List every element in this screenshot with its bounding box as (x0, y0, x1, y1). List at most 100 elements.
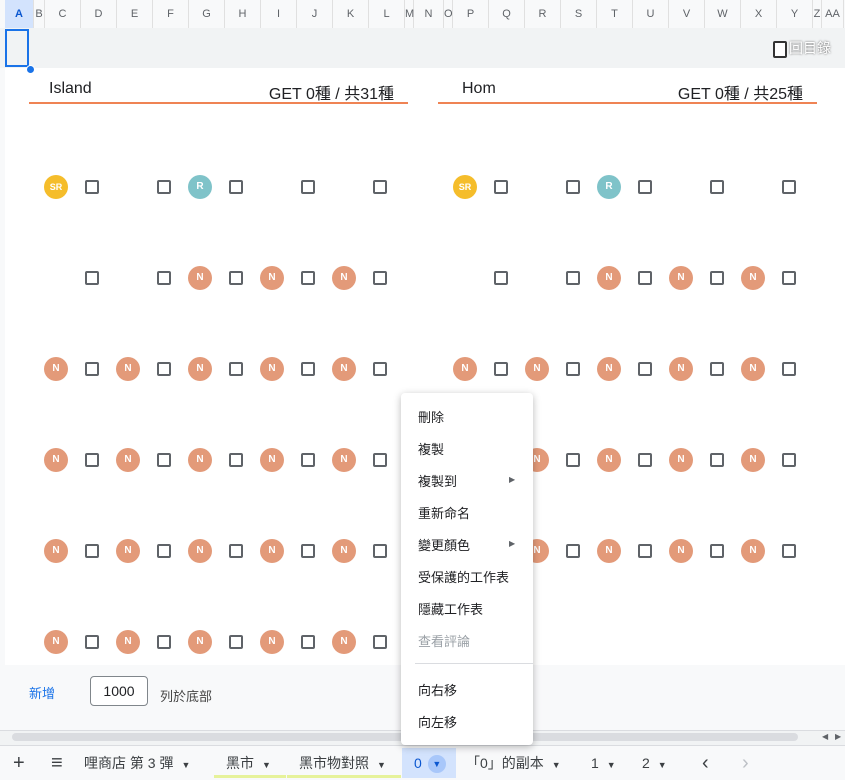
menu-item-copy-to[interactable]: 複製到 (418, 471, 457, 490)
chevron-down-icon[interactable]: ▼ (427, 755, 446, 774)
menu-item-move-right[interactable]: 向右移 (418, 680, 457, 699)
collected-checkbox[interactable] (710, 544, 724, 558)
collected-checkbox[interactable] (301, 635, 315, 649)
column-header-d[interactable]: D (81, 0, 117, 28)
collected-checkbox[interactable] (373, 271, 387, 285)
collected-checkbox[interactable] (782, 180, 796, 194)
column-header-aa[interactable]: AA (822, 0, 844, 28)
column-header-z[interactable]: Z (813, 0, 822, 28)
tab-sheet-0[interactable]: 0 ▼ (402, 748, 456, 778)
collected-checkbox[interactable] (782, 544, 796, 558)
rows-count-input[interactable]: 1000 (90, 676, 148, 706)
column-header-a[interactable]: A (5, 0, 34, 28)
tab-black-market-compare[interactable]: 黑市物對照 ▼ (287, 748, 401, 778)
next-sheet-icon[interactable]: › (742, 748, 749, 778)
column-header-q[interactable]: Q (489, 0, 525, 28)
menu-item-protect-sheet[interactable]: 受保護的工作表 (418, 567, 509, 586)
collected-checkbox[interactable] (710, 362, 724, 376)
collected-checkbox[interactable] (229, 453, 243, 467)
column-header-p[interactable]: P (453, 0, 489, 28)
tab-sheet-store[interactable]: 哩商店 第 3 彈 ▼ (84, 748, 210, 778)
tab-sheet-2[interactable]: 2 ▼ (642, 748, 682, 778)
column-header-g[interactable]: G (189, 0, 225, 28)
collected-checkbox[interactable] (301, 180, 315, 194)
column-header-l[interactable]: L (369, 0, 405, 28)
menu-item-move-left[interactable]: 向左移 (418, 712, 457, 731)
column-header-e[interactable]: E (117, 0, 153, 28)
collected-checkbox[interactable] (373, 362, 387, 376)
collected-checkbox[interactable] (638, 271, 652, 285)
collected-checkbox[interactable] (85, 453, 99, 467)
collected-checkbox[interactable] (373, 453, 387, 467)
collected-checkbox[interactable] (301, 544, 315, 558)
add-sheet-icon[interactable]: + (13, 748, 25, 778)
collected-checkbox[interactable] (710, 180, 724, 194)
column-header-t[interactable]: T (597, 0, 633, 28)
column-header-k[interactable]: K (333, 0, 369, 28)
selected-cell[interactable] (5, 29, 29, 67)
collected-checkbox[interactable] (710, 453, 724, 467)
column-header-c[interactable]: C (45, 0, 81, 28)
menu-item-delete[interactable]: 刪除 (418, 407, 444, 426)
collected-checkbox[interactable] (566, 544, 580, 558)
selection-fill-handle[interactable] (26, 65, 35, 74)
column-header-h[interactable]: H (225, 0, 261, 28)
all-sheets-icon[interactable]: ≡ (51, 748, 63, 778)
collected-checkbox[interactable] (638, 544, 652, 558)
add-rows-button[interactable]: 新增 (29, 683, 55, 702)
collected-checkbox[interactable] (229, 271, 243, 285)
menu-item-rename[interactable]: 重新命名 (418, 503, 470, 522)
menu-item-hide-sheet[interactable]: 隱藏工作表 (418, 599, 483, 618)
column-header-x[interactable]: X (741, 0, 777, 28)
collected-checkbox[interactable] (85, 635, 99, 649)
tab-black-market[interactable]: 黑市 ▼ (214, 748, 286, 778)
collected-checkbox[interactable] (566, 453, 580, 467)
collected-checkbox[interactable] (229, 635, 243, 649)
collected-checkbox[interactable] (85, 362, 99, 376)
column-header-f[interactable]: F (153, 0, 189, 28)
tab-sheet-1[interactable]: 1 ▼ (591, 748, 631, 778)
collected-checkbox[interactable] (638, 453, 652, 467)
collected-checkbox[interactable] (157, 271, 171, 285)
back-to-toc-button[interactable]: 回目錄 (773, 36, 831, 60)
collected-checkbox[interactable] (301, 271, 315, 285)
collected-checkbox[interactable] (782, 453, 796, 467)
collected-checkbox[interactable] (157, 453, 171, 467)
column-header-y[interactable]: Y (777, 0, 813, 28)
collected-checkbox[interactable] (157, 544, 171, 558)
column-header-o[interactable]: O (444, 0, 453, 28)
collected-checkbox[interactable] (301, 453, 315, 467)
column-header-v[interactable]: V (669, 0, 705, 28)
collected-checkbox[interactable] (85, 544, 99, 558)
collected-checkbox[interactable] (566, 271, 580, 285)
column-header-m[interactable]: M (405, 0, 414, 28)
prev-sheet-icon[interactable]: ‹ (702, 748, 709, 778)
collected-checkbox[interactable] (494, 362, 508, 376)
collected-checkbox[interactable] (229, 180, 243, 194)
menu-item-duplicate[interactable]: 複製 (418, 439, 444, 458)
collected-checkbox[interactable] (229, 362, 243, 376)
collected-checkbox[interactable] (638, 180, 652, 194)
collected-checkbox[interactable] (157, 180, 171, 194)
collected-checkbox[interactable] (301, 362, 315, 376)
collected-checkbox[interactable] (157, 362, 171, 376)
collected-checkbox[interactable] (710, 271, 724, 285)
column-header-j[interactable]: J (297, 0, 333, 28)
collected-checkbox[interactable] (638, 362, 652, 376)
collected-checkbox[interactable] (373, 180, 387, 194)
collected-checkbox[interactable] (229, 544, 243, 558)
scroll-left-icon[interactable]: ◀ (822, 732, 828, 741)
collected-checkbox[interactable] (782, 271, 796, 285)
column-header-i[interactable]: I (261, 0, 297, 28)
collected-checkbox[interactable] (782, 362, 796, 376)
collected-checkbox[interactable] (373, 544, 387, 558)
column-header-n[interactable]: N (414, 0, 444, 28)
collected-checkbox[interactable] (494, 180, 508, 194)
column-header-s[interactable]: S (561, 0, 597, 28)
column-header-w[interactable]: W (705, 0, 741, 28)
collected-checkbox[interactable] (373, 635, 387, 649)
column-header-u[interactable]: U (633, 0, 669, 28)
collected-checkbox[interactable] (566, 362, 580, 376)
tab-sheet-0-copy[interactable]: 「0」的副本 ▼ (466, 748, 578, 778)
scroll-right-icon[interactable]: ▶ (835, 732, 841, 741)
